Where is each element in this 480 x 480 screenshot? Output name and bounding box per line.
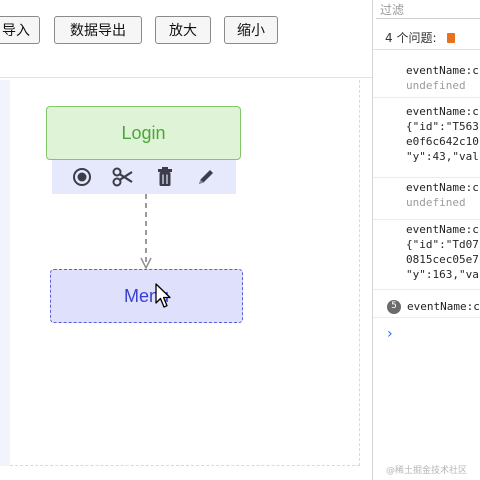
mouse-cursor-icon (155, 283, 171, 308)
zoom-in-button[interactable]: 放大 (155, 16, 211, 44)
canvas-gutter (0, 80, 10, 466)
issues-count: 4 个问题: (385, 31, 437, 45)
trash-icon[interactable] (154, 166, 176, 188)
issue-flag-icon (446, 32, 455, 43)
toolbar-divider (0, 77, 372, 78)
console-prompt-icon[interactable]: › (387, 326, 393, 342)
node-menu[interactable]: Menu (50, 269, 243, 323)
repeat-count-badge: 5 (387, 299, 401, 314)
scissors-icon[interactable] (112, 166, 134, 188)
pencil-icon[interactable] (195, 166, 217, 188)
watermark: @稀土掘金技术社区 (386, 466, 468, 476)
export-button[interactable]: 数据导出 (54, 16, 142, 44)
record-icon[interactable] (71, 166, 93, 188)
console-log-entry-grouped[interactable]: 5 eventName:c (373, 296, 480, 318)
console-log-entry[interactable]: eventName:c undefined (373, 178, 480, 220)
node-action-bar (52, 160, 236, 194)
console-log-entry[interactable]: eventName:c undefined (373, 58, 480, 98)
edge-login-to-menu[interactable] (140, 194, 152, 270)
node-login[interactable]: Login (46, 106, 241, 160)
node-login-label: Login (121, 122, 166, 143)
app-area: 导入 数据导出 放大 缩小 Login Menu (0, 0, 372, 480)
console-log-entry[interactable]: eventName:c {"id":"Td07 0815cec05e7 "y":… (373, 220, 480, 290)
issues-bar[interactable]: 4 个问题: (373, 26, 480, 50)
import-button[interactable]: 导入 (0, 16, 40, 44)
zoom-out-button[interactable]: 缩小 (224, 16, 278, 44)
devtools-console: 过滤 4 个问题: eventName:c undefined eventNam… (372, 0, 480, 480)
console-log-entry[interactable]: eventName:c {"id":"T563 e0f6c642c10 "y":… (373, 100, 480, 178)
console-filter-input[interactable]: 过滤 (376, 0, 480, 19)
